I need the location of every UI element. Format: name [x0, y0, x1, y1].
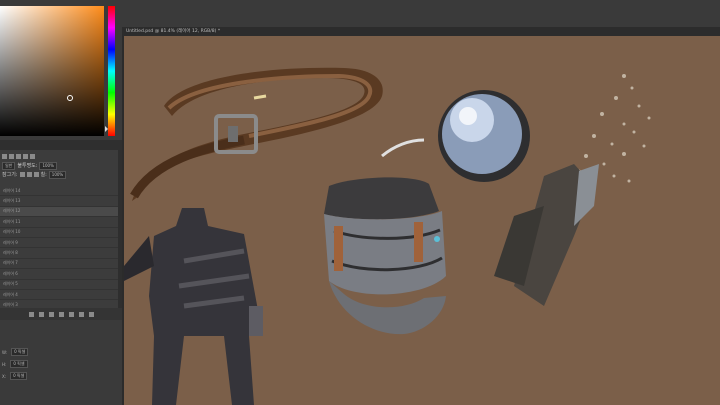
layer-name: 레이어 13 [3, 198, 21, 204]
layer-name: 레이어 5 [3, 281, 18, 287]
properties-panel: W: 0 픽셀 H: 0 픽셀 X: 0 픽셀 [0, 322, 122, 405]
x-label: X: [2, 373, 7, 379]
layer-row[interactable]: 레이어 4 [0, 290, 118, 301]
filter-shape-icon[interactable] [30, 154, 35, 159]
layer-row[interactable]: 레이어 13 [0, 196, 118, 207]
delete-layer-icon[interactable] [88, 311, 94, 317]
layer-name: 레이어 6 [3, 270, 18, 276]
lock-label: 잠그기: [2, 172, 18, 178]
fill-label: 칠: [40, 172, 47, 178]
document-tab-label: Untitled.psd @ 81.4% (레이어 12, RGB/8) * [126, 29, 221, 34]
layer-row[interactable]: 레이어 14 [0, 186, 118, 197]
width-row: W: 0 픽셀 [2, 348, 29, 356]
filter-kind-icon[interactable] [2, 154, 7, 159]
layers-footer [0, 308, 122, 320]
color-picker-cursor[interactable] [67, 95, 73, 101]
layer-row[interactable]: 레이어 10 [0, 228, 118, 238]
height-row: H: 0 픽셀 [2, 360, 28, 368]
layer-name: 레이어 4 [3, 291, 18, 297]
layer-name: 레이어 11 [3, 218, 21, 224]
filter-text-icon[interactable] [23, 154, 28, 159]
layer-name: 레이어 9 [3, 239, 18, 245]
layer-name: 레이어 10 [3, 229, 21, 235]
adjustment-layer-icon[interactable] [58, 311, 64, 317]
lock-position-icon[interactable] [26, 172, 32, 177]
add-mask-icon[interactable] [48, 311, 54, 317]
layer-name: 레이어 12 [3, 208, 21, 214]
lock-row: 잠그기: 칠: 100% [0, 170, 122, 179]
width-label: W: [2, 349, 8, 355]
new-layer-icon[interactable] [78, 311, 84, 317]
opacity-label: 불투명도: [17, 163, 38, 169]
layer-filter-row [0, 152, 122, 161]
x-input[interactable]: 0 픽셀 [10, 372, 28, 380]
height-input[interactable]: 0 픽셀 [10, 360, 28, 368]
blend-row: 일반 불투명도: 100% [0, 161, 122, 170]
options-bar [122, 0, 720, 27]
link-layers-icon[interactable] [28, 311, 34, 317]
fill-input[interactable]: 100% [48, 170, 67, 179]
layers-scrollbar[interactable] [118, 150, 122, 320]
layer-row[interactable]: 레이어 5 [0, 280, 118, 290]
panel-divider [0, 140, 122, 150]
layer-row[interactable]: 레이어 7 [0, 259, 118, 270]
brush-stroke [381, 138, 425, 158]
blend-mode-select[interactable]: 일반 [2, 161, 16, 170]
layer-controls: 일반 불투명도: 100% 잠그기: 칠: 100% [0, 152, 122, 188]
hue-slider-marker[interactable] [105, 126, 108, 132]
layer-name: 레이어 7 [3, 260, 18, 266]
new-group-icon[interactable] [68, 311, 74, 317]
layer-style-icon[interactable] [38, 311, 44, 317]
opacity-input[interactable]: 100% [39, 161, 57, 170]
filter-adjust-icon[interactable] [16, 154, 21, 159]
layer-row[interactable]: 레이어 9 [0, 238, 118, 249]
document-tab[interactable]: Untitled.psd @ 81.4% (레이어 12, RGB/8) * [122, 27, 720, 36]
armor-skirt-sketch [324, 177, 446, 335]
canvas-artwork [124, 67, 651, 405]
hue-slider[interactable] [108, 6, 115, 136]
lock-all-icon[interactable] [33, 172, 39, 177]
x-row: X: 0 픽셀 [2, 372, 28, 380]
belt-sketch [130, 67, 383, 201]
layer-list: 레이어 14 레이어 13 레이어 12 레이어 11 레이어 10 레이어 9… [0, 186, 118, 311]
layer-row[interactable]: 레이어 11 [0, 217, 118, 228]
height-label: H: [2, 361, 7, 367]
figure-sketch [124, 208, 263, 405]
width-input[interactable]: 0 픽셀 [11, 348, 29, 356]
layer-row[interactable]: 레이어 8 [0, 248, 118, 259]
layer-name: 레이어 14 [3, 187, 21, 193]
strap-sketch [494, 164, 599, 306]
layer-name: 레이어 8 [3, 250, 18, 256]
metal-sphere-sketch [438, 90, 530, 182]
layer-row[interactable]: 레이어 6 [0, 269, 118, 280]
lock-pixels-icon[interactable] [19, 172, 25, 177]
color-picker-field[interactable] [0, 6, 104, 136]
filter-pixel-icon[interactable] [9, 154, 14, 159]
canvas[interactable] [124, 36, 720, 405]
layer-row-active[interactable]: 레이어 12 [0, 206, 118, 218]
